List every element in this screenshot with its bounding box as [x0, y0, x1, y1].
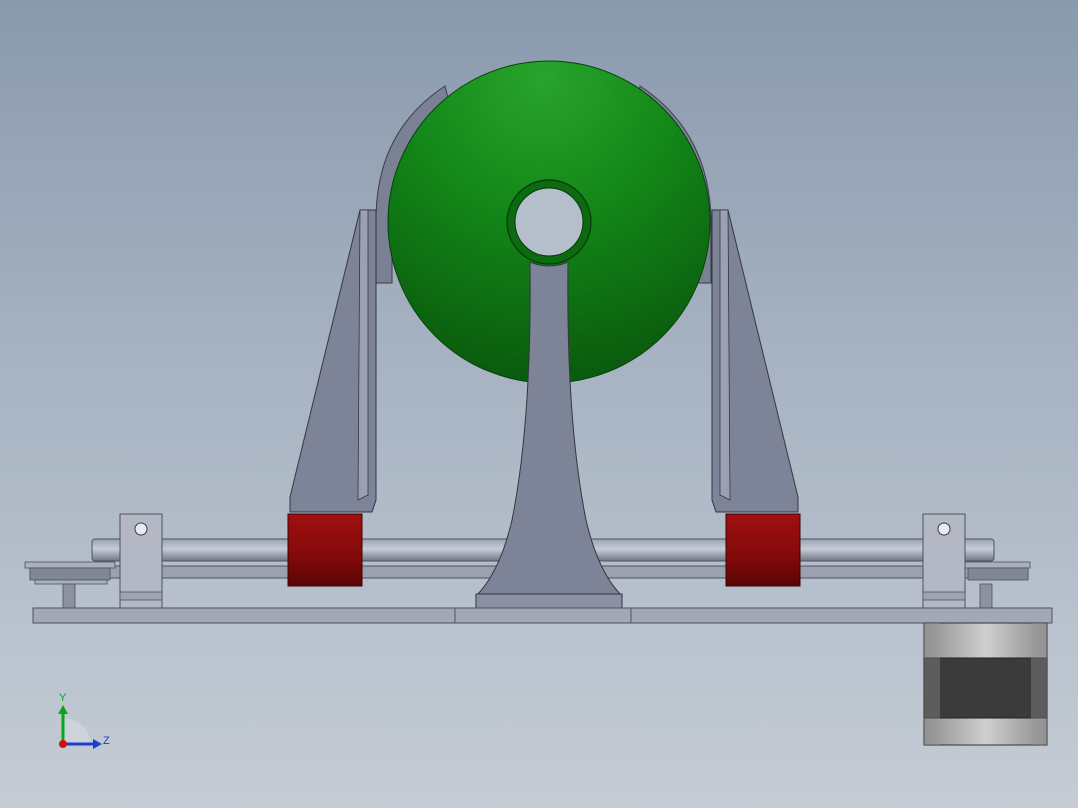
- left-bearing-block: [119, 513, 163, 609]
- right-arm-edge: [719, 209, 731, 501]
- stepper-motor: [923, 622, 1048, 746]
- triad-z-label: Z: [103, 735, 110, 747]
- right-pulley: [963, 561, 1031, 609]
- right-roller: [725, 513, 801, 587]
- left-roller: [287, 513, 363, 587]
- sphere-bore-inner: [514, 187, 584, 257]
- right-bearing-block: [922, 513, 966, 609]
- triad-y-label: Y: [59, 692, 67, 704]
- pedestal-foot: [475, 593, 623, 609]
- graphics-viewport[interactable]: Y Z: [0, 0, 1078, 808]
- left-arm-edge: [357, 209, 369, 501]
- coordinate-triad: Y Z: [58, 692, 110, 749]
- left-pulley: [24, 561, 116, 609]
- base-plate: [32, 607, 1053, 624]
- cad-model[interactable]: Y Z: [0, 0, 1078, 808]
